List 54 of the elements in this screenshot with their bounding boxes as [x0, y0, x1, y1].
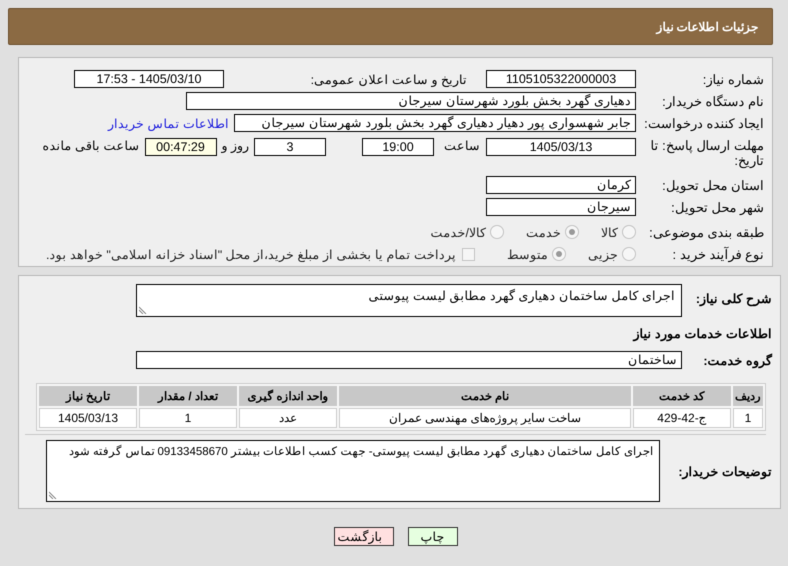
column-header: واحد اندازه گیری — [239, 386, 337, 406]
table-cell: ساخت سایر پروژه‌های مهندسی عمران — [339, 408, 631, 428]
column-header: تعداد / مقدار — [139, 386, 237, 406]
date-field: 1405/03/13 — [486, 138, 636, 156]
field-label: ایجاد کننده درخواست: — [643, 116, 765, 130]
option-label: کالا — [601, 224, 618, 240]
text-area-value: اجرای کامل ساختمان دهیاری گهرد مطابق لیست پیوستی- جهت کسب اطلاعات بیشتر 09133458670 تماس گرفته شود — [68, 446, 653, 458]
text-area[interactable]: اجرای کامل ساختمان دهیاری گهرد مطابق لیست پیوستی- جهت کسب اطلاعات بیشتر 09133458670 تماس گرفته شود — [46, 440, 660, 502]
column-header: نام خدمت — [339, 386, 631, 406]
field-label: مهلت ارسال پاسخ: تا تاریخ: — [650, 138, 765, 168]
contact-link[interactable]: اطلاعات تماس خریدار — [108, 116, 229, 130]
field-label: شرح کلی نیاز: — [694, 291, 773, 306]
field-label: نام دستگاه خریدار: — [661, 94, 765, 108]
radio-button[interactable] — [490, 225, 504, 239]
option-label: متوسط — [507, 246, 548, 262]
option-label: کالا/خدمت — [430, 224, 486, 240]
radio-button[interactable] — [565, 225, 579, 239]
column-header: ردیف — [733, 386, 763, 406]
text-area[interactable]: اجرای کامل ساختمان دهیاری گهرد مطابق لیست پیوستی — [136, 284, 682, 317]
table-cell: عدد — [239, 408, 337, 428]
days-field: 3 — [254, 138, 326, 156]
checkbox-label: پرداخت تمام یا بخشی از مبلغ خرید،از محل "اسناد خزانه اسلامی" خواهد بود. — [46, 246, 456, 262]
field-label: نوع فرآیند خرید : — [672, 246, 765, 262]
page-title: جزئیات اطلاعات نیاز — [656, 20, 758, 34]
table-cell: 1405/03/13 — [39, 408, 137, 428]
resize-grip-icon[interactable] — [139, 306, 147, 314]
print-button[interactable]: چاپ — [408, 527, 458, 546]
time-field: 19:00 — [362, 138, 434, 156]
field-label: گروه خدمت: — [702, 352, 774, 368]
field-label: تاریخ و ساعت اعلان عمومی: — [310, 72, 468, 86]
radio-button[interactable] — [622, 225, 636, 239]
column-header: تاریخ نیاز — [39, 386, 137, 406]
table-cell: 1 — [139, 408, 237, 428]
text-area-value: اجرای کامل ساختمان دهیاری گهرد مطابق لیست پیوستی — [368, 289, 675, 303]
field-label: استان محل تحویل: — [661, 178, 765, 192]
field-label: ساعت — [443, 138, 481, 153]
option-label: جزیی — [588, 246, 618, 262]
field-label: توضیحات خریدار: — [677, 464, 773, 478]
section-title: اطلاعات خدمات مورد نیاز — [632, 326, 773, 341]
back-button[interactable]: بازگشت — [334, 527, 394, 546]
option-label: خدمت — [526, 224, 561, 240]
countdown-field: 00:47:29 — [144, 138, 217, 156]
radio-button[interactable] — [622, 247, 636, 261]
column-header: کد خدمت — [633, 386, 731, 406]
checkbox[interactable] — [462, 248, 475, 260]
field-label: طبقه بندی موضوعی: — [648, 224, 765, 240]
table-cell: 1 — [733, 408, 763, 428]
table-cell: ج-42-429 — [633, 408, 731, 428]
field-label: روز و — [220, 138, 250, 153]
radio-button[interactable] — [552, 247, 566, 261]
field-label: ساعت باقی مانده — [42, 138, 141, 153]
resize-grip-icon[interactable] — [49, 491, 57, 499]
field-label: شهر محل تحویل: — [670, 200, 765, 214]
field-label: شماره نیاز: — [702, 72, 765, 86]
